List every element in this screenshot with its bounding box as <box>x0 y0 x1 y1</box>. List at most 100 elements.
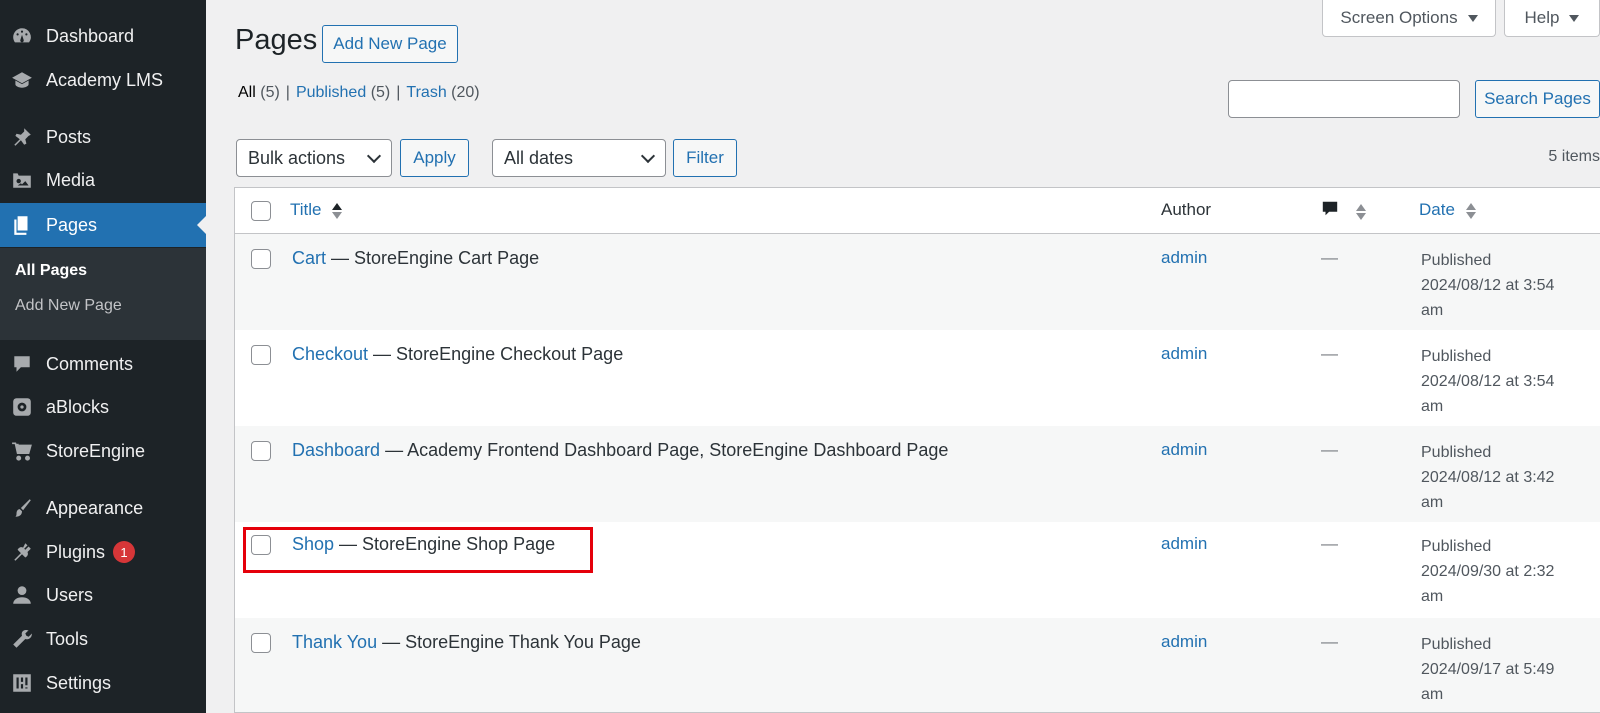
ablocks-icon <box>10 395 34 419</box>
filter-trash-link[interactable]: Trash <box>406 84 446 101</box>
column-title-header[interactable]: Title <box>290 200 343 220</box>
row-checkbox[interactable] <box>251 345 271 365</box>
submenu-all-pages[interactable]: All Pages <box>15 262 87 280</box>
search-pages-input[interactable] <box>1228 80 1460 118</box>
update-count-badge: 1 <box>113 541 136 563</box>
date-cell: Published 2024/08/12 at 3:54 am <box>1421 248 1591 323</box>
row-checkbox[interactable] <box>251 441 271 461</box>
sidebar-item-storeengine[interactable]: StoreEngine <box>0 429 206 473</box>
date-status: Published <box>1421 444 1492 461</box>
column-date-label: Date <box>1419 200 1455 219</box>
table-row: Cart — StoreEngine Cart Page admin — Pub… <box>235 234 1600 330</box>
page-title: Pages <box>235 24 318 56</box>
sort-arrows-icon <box>332 202 343 219</box>
date-status: Published <box>1421 252 1492 269</box>
sidebar-item-appearance[interactable]: Appearance <box>0 486 206 530</box>
apply-button[interactable]: Apply <box>400 139 469 177</box>
column-title-label: Title <box>290 200 322 219</box>
sidebar-item-label: Pages <box>46 214 98 235</box>
sidebar-item-plugins[interactable]: Plugins 1 <box>0 530 206 574</box>
author-link[interactable]: admin <box>1161 440 1207 460</box>
search-pages-button[interactable]: Search Pages <box>1475 80 1600 118</box>
items-count: 5 items <box>1548 148 1600 165</box>
date-cell: Published 2024/08/12 at 3:54 am <box>1421 344 1591 419</box>
filter-button[interactable]: Filter <box>673 139 737 177</box>
title-cell: Checkout — StoreEngine Checkout Page <box>292 344 623 365</box>
highlight-box <box>243 527 593 573</box>
filter-all-link[interactable]: All <box>238 84 256 101</box>
column-comments-header[interactable] <box>1321 200 1366 223</box>
row-checkbox[interactable] <box>251 633 271 653</box>
sidebar-item-academy-lms[interactable]: Academy LMS <box>0 58 206 102</box>
title-cell: Thank You — StoreEngine Thank You Page <box>292 632 641 653</box>
date-value: 2024/09/30 at 2:32 <box>1421 563 1555 580</box>
date-ampm: am <box>1421 686 1444 703</box>
sidebar-item-settings[interactable]: Settings <box>0 661 206 705</box>
table-header: Title Author Date <box>235 188 1600 234</box>
sidebar-item-label: Tools <box>46 628 89 649</box>
help-button[interactable]: Help <box>1504 0 1600 37</box>
date-status: Published <box>1421 636 1492 653</box>
caret-down-icon <box>1569 14 1580 22</box>
screen-options-button[interactable]: Screen Options <box>1322 0 1496 37</box>
filter-trash-count: (20) <box>451 84 480 101</box>
sidebar-item-tools[interactable]: Tools <box>0 617 206 661</box>
comment-count: — <box>1321 534 1338 553</box>
column-date-header[interactable]: Date <box>1419 200 1476 220</box>
date-cell: Published 2024/08/12 at 3:42 am <box>1421 440 1591 515</box>
help-label: Help <box>1524 8 1560 27</box>
filter-separator: | <box>396 84 401 101</box>
date-filter-value: All dates <box>504 147 574 168</box>
filter-published-count: (5) <box>370 84 391 101</box>
sort-arrows-icon <box>1465 202 1476 219</box>
add-new-page-button[interactable]: Add New Page <box>322 25 458 63</box>
comment-bubble-icon <box>1321 200 1339 223</box>
sidebar-item-media[interactable]: Media <box>0 158 206 202</box>
table-row: Thank You — StoreEngine Thank You Page a… <box>235 618 1600 712</box>
table-row: Checkout — StoreEngine Checkout Page adm… <box>235 330 1600 426</box>
user-icon <box>10 583 34 607</box>
page-state-label: — StoreEngine Cart Page <box>326 248 540 268</box>
date-filter-select[interactable]: All dates <box>492 139 666 177</box>
sidebar-item-ablocks[interactable]: aBlocks <box>0 385 206 429</box>
sidebar-item-users[interactable]: Users <box>0 573 206 617</box>
chevron-down-icon <box>640 148 656 164</box>
author-link[interactable]: admin <box>1161 632 1207 652</box>
page-title-link[interactable]: Cart <box>292 248 326 268</box>
author-link[interactable]: admin <box>1161 344 1207 364</box>
sidebar-item-label: aBlocks <box>46 396 110 417</box>
settings-icon <box>10 671 34 695</box>
sidebar-item-label: Plugins <box>46 541 106 562</box>
page-title-link[interactable]: Dashboard <box>292 440 380 460</box>
sidebar-item-dashboard[interactable]: Dashboard <box>0 14 206 58</box>
filter-all-count: (5) <box>260 84 280 101</box>
author-link[interactable]: admin <box>1161 534 1207 554</box>
date-value: 2024/08/12 at 3:54 <box>1421 373 1555 390</box>
sidebar-item-pages[interactable]: Pages <box>0 203 206 247</box>
filter-published-link[interactable]: Published <box>296 84 366 101</box>
filter-separator: | <box>285 84 290 101</box>
pages-submenu: All Pages Add New Page <box>0 248 206 340</box>
dashboard-icon <box>10 24 34 48</box>
screen-options-label: Screen Options <box>1340 8 1458 27</box>
date-ampm: am <box>1421 398 1444 415</box>
sort-arrows-icon <box>1355 203 1366 220</box>
plugin-icon <box>10 540 34 564</box>
sidebar-item-posts[interactable]: Posts <box>0 115 206 159</box>
author-link[interactable]: admin <box>1161 248 1207 268</box>
sidebar-item-comments[interactable]: Comments <box>0 342 206 386</box>
admin-sidebar: Dashboard Academy LMS Posts Media Pages … <box>0 0 206 713</box>
date-ampm: am <box>1421 588 1444 605</box>
submenu-add-new-page[interactable]: Add New Page <box>15 297 122 315</box>
media-icon <box>10 168 34 192</box>
select-all-checkbox[interactable] <box>251 201 271 221</box>
date-status: Published <box>1421 348 1492 365</box>
status-filter-links: All (5) | Published (5) | Trash (20) <box>238 84 480 102</box>
sidebar-item-label: Posts <box>46 126 92 147</box>
sidebar-item-label: Users <box>46 584 94 605</box>
page-title-link[interactable]: Thank You <box>292 632 377 652</box>
row-checkbox[interactable] <box>251 249 271 269</box>
bulk-actions-select[interactable]: Bulk actions <box>236 139 392 177</box>
comment-count: — <box>1321 248 1338 267</box>
page-title-link[interactable]: Checkout <box>292 344 368 364</box>
